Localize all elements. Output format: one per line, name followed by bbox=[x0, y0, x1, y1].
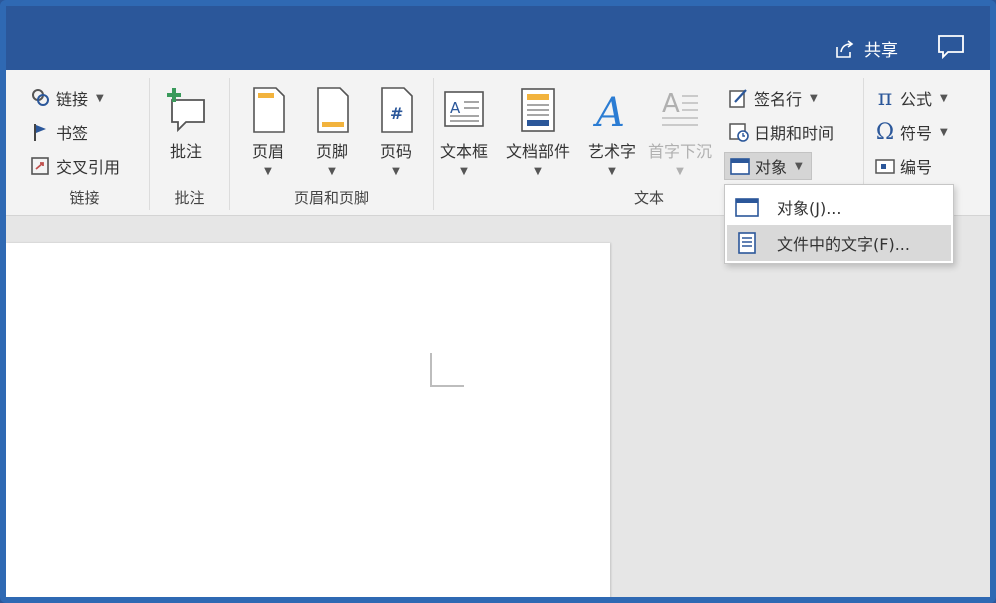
footer-icon bbox=[317, 87, 349, 133]
object-window-icon bbox=[735, 198, 759, 217]
word-window: 共享 链接 ▼ 书签 交叉引用 链接 批注 批注 页眉 ▼ 页脚 ▼ # 页码 … bbox=[0, 0, 996, 603]
links-group-label: 链接 bbox=[69, 189, 100, 207]
text-file-icon bbox=[738, 232, 756, 254]
new-comment-label: 批注 bbox=[169, 142, 202, 161]
flag-icon bbox=[30, 121, 52, 143]
quick-parts-button[interactable]: 文档部件 ▼ bbox=[506, 86, 570, 177]
wordart-icon: A bbox=[592, 90, 625, 134]
menu-item-object[interactable]: 对象(J)... bbox=[727, 189, 951, 225]
chevron-down-icon: ▼ bbox=[392, 166, 400, 177]
link-label: 链接 bbox=[56, 90, 89, 109]
chevron-down-icon: ▼ bbox=[795, 160, 803, 172]
title-bar: 共享 bbox=[6, 6, 990, 70]
omega-icon: Ω bbox=[875, 119, 895, 145]
new-comment-button[interactable]: 批注 bbox=[164, 86, 208, 162]
comments-group: 批注 批注 bbox=[150, 78, 230, 210]
number-button[interactable]: 编号 bbox=[874, 152, 932, 180]
calendar-clock-icon bbox=[728, 121, 750, 143]
chevron-down-icon: ▼ bbox=[96, 92, 104, 104]
header-footer-group: 页眉 ▼ 页脚 ▼ # 页码 ▼ 页眉和页脚 bbox=[230, 78, 434, 210]
menu-item-text-from-file-label: 文件中的文字(F)... bbox=[777, 235, 910, 254]
symbol-label: 符号 bbox=[900, 124, 933, 143]
text-box-button[interactable]: A 文本框 ▼ bbox=[440, 86, 488, 177]
cross-reference-icon bbox=[30, 155, 52, 177]
signature-icon bbox=[728, 87, 750, 109]
chevron-down-icon: ▼ bbox=[940, 92, 948, 104]
comments-button[interactable] bbox=[936, 33, 966, 61]
chevron-down-icon: ▼ bbox=[328, 166, 336, 177]
drop-cap-label: 首字下沉 bbox=[648, 142, 713, 161]
object-button[interactable]: 对象 ▼ bbox=[724, 152, 812, 180]
signature-line-label: 签名行 bbox=[754, 90, 803, 109]
bookmark-button[interactable]: 书签 bbox=[30, 118, 88, 146]
pi-icon: π bbox=[877, 85, 893, 111]
text-box-label: 文本框 bbox=[440, 142, 489, 161]
wordart-button[interactable]: A 艺术字 ▼ bbox=[588, 86, 636, 177]
share-icon bbox=[836, 39, 854, 58]
bookmark-label: 书签 bbox=[56, 124, 89, 143]
share-label: 共享 bbox=[864, 41, 898, 61]
links-group: 链接 ▼ 书签 交叉引用 链接 bbox=[20, 78, 150, 210]
svg-text:A: A bbox=[450, 99, 461, 117]
chevron-down-icon: ▼ bbox=[940, 126, 948, 138]
page-number-button[interactable]: # 页码 ▼ bbox=[374, 86, 418, 177]
cross-reference-label: 交叉引用 bbox=[56, 158, 121, 177]
text-box-icon: A bbox=[444, 91, 484, 127]
date-time-button[interactable]: 日期和时间 bbox=[728, 118, 834, 146]
drop-cap-icon: A bbox=[662, 89, 698, 126]
chevron-down-icon: ▼ bbox=[676, 166, 684, 177]
chevron-down-icon: ▼ bbox=[608, 166, 616, 177]
chevron-down-icon: ▼ bbox=[460, 166, 468, 177]
page-number-label: 页码 bbox=[379, 142, 412, 161]
link-button[interactable]: 链接 ▼ bbox=[30, 84, 104, 112]
equation-label: 公式 bbox=[900, 90, 933, 109]
document-area[interactable] bbox=[6, 217, 990, 597]
footer-label: 页脚 bbox=[315, 142, 348, 161]
chevron-down-icon: ▼ bbox=[264, 166, 272, 177]
chevron-down-icon: ▼ bbox=[534, 166, 542, 177]
symbol-button[interactable]: Ω 符号 ▼ bbox=[874, 118, 948, 146]
wordart-label: 艺术字 bbox=[588, 142, 637, 161]
comment-icon bbox=[938, 35, 964, 60]
date-time-label: 日期和时间 bbox=[754, 124, 835, 143]
cross-reference-button[interactable]: 交叉引用 bbox=[30, 152, 120, 180]
header-footer-group-label: 页眉和页脚 bbox=[293, 189, 369, 207]
footer-button[interactable]: 页脚 ▼ bbox=[310, 86, 354, 177]
object-window-icon bbox=[729, 155, 751, 177]
number-label: 编号 bbox=[900, 158, 933, 177]
header-icon bbox=[253, 87, 285, 133]
new-comment-icon bbox=[167, 88, 205, 133]
comments-group-label: 批注 bbox=[174, 189, 205, 207]
object-dropdown-menu: 对象(J)... 文件中的文字(F)... bbox=[724, 184, 954, 264]
svg-text:#: # bbox=[390, 104, 403, 123]
link-icon bbox=[30, 87, 52, 109]
document-page[interactable] bbox=[6, 243, 610, 597]
svg-text:A: A bbox=[662, 89, 680, 119]
menu-item-object-label: 对象(J)... bbox=[777, 199, 842, 218]
signature-line-button[interactable]: 签名行 ▼ bbox=[728, 84, 818, 112]
share-button[interactable]: 共享 bbox=[834, 36, 898, 61]
chevron-down-icon: ▼ bbox=[810, 92, 818, 104]
quick-parts-icon bbox=[521, 88, 555, 132]
header-button[interactable]: 页眉 ▼ bbox=[246, 86, 290, 177]
quick-parts-label: 文档部件 bbox=[506, 142, 571, 161]
equation-button[interactable]: π 公式 ▼ bbox=[874, 84, 948, 112]
object-label: 对象 bbox=[755, 158, 788, 177]
menu-item-text-from-file[interactable]: 文件中的文字(F)... bbox=[727, 225, 951, 261]
page-margin-mark bbox=[430, 353, 464, 387]
drop-cap-button[interactable]: A 首字下沉 ▼ bbox=[648, 86, 712, 177]
svg-text:A: A bbox=[592, 90, 625, 134]
page-number-icon: # bbox=[381, 87, 413, 133]
number-icon bbox=[874, 155, 896, 177]
header-label: 页眉 bbox=[251, 142, 284, 161]
